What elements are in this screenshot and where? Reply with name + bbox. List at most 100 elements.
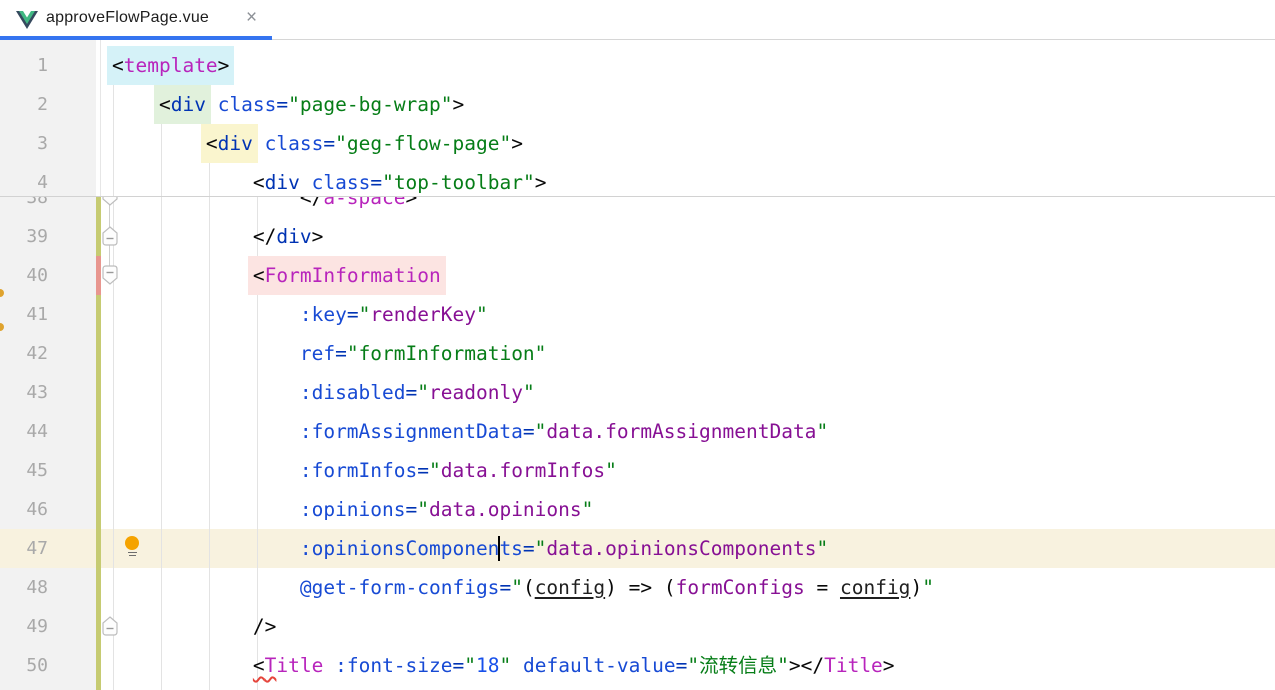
line-number[interactable]: 45 — [0, 451, 48, 490]
code-text: @get-form-configs="(config) => (formConf… — [112, 568, 934, 607]
code-line-39[interactable]: 39 </div> — [0, 217, 1275, 256]
token — [511, 654, 523, 677]
token: = — [347, 303, 359, 326]
token: = — [323, 132, 335, 155]
token: = — [523, 537, 535, 560]
token — [112, 225, 253, 248]
line-number[interactable]: 44 — [0, 412, 48, 451]
token: > — [218, 54, 230, 77]
token: < — [253, 171, 265, 194]
line-number[interactable]: 49 — [0, 607, 48, 646]
token: </ — [253, 225, 276, 248]
token: " — [582, 498, 594, 521]
token: > — [535, 171, 547, 194]
code-text: <Title :font-size="18" default-value="流转… — [112, 646, 895, 685]
token: " — [476, 303, 488, 326]
code-line-48[interactable]: 48 @get-form-configs="(config) => (formC… — [0, 568, 1275, 607]
token: :disabled — [300, 381, 406, 404]
line-number[interactable]: 50 — [0, 646, 48, 685]
token — [300, 171, 312, 194]
vcs-modified-stripe — [96, 295, 101, 690]
code-line-43[interactable]: 43 :disabled="readonly" — [0, 373, 1275, 412]
code-line-49[interactable]: 49 /> — [0, 607, 1275, 646]
fold-end-marker-icon[interactable] — [102, 616, 118, 636]
line-number[interactable]: 41 — [0, 295, 48, 334]
code-text: :formInfos="data.formInfos" — [112, 451, 617, 490]
code-text: :disabled="readonly" — [112, 373, 535, 412]
line-number[interactable]: 3 — [0, 124, 48, 163]
line-number[interactable]: 42 — [0, 334, 48, 373]
code-line-42[interactable]: 42 ref="formInformation" — [0, 334, 1275, 373]
token: = — [417, 459, 429, 482]
token: "流转信息" — [687, 654, 788, 677]
code-line-45[interactable]: 45 :formInfos="data.formInfos" — [0, 451, 1275, 490]
token: = — [676, 654, 688, 677]
fold-end-marker-icon[interactable] — [102, 226, 118, 246]
code-line-44[interactable]: 44 :formAssignmentData="data.formAssignm… — [0, 412, 1275, 451]
token: = — [499, 576, 511, 599]
token: ( — [523, 576, 535, 599]
token: = — [406, 381, 418, 404]
token: ( — [664, 576, 676, 599]
token: = — [370, 171, 382, 194]
close-icon[interactable]: × — [246, 7, 257, 29]
token: > — [511, 132, 523, 155]
line-number[interactable]: 2 — [0, 85, 48, 124]
token — [112, 537, 300, 560]
token: readonly — [429, 381, 523, 404]
line-number[interactable]: 40 — [0, 256, 48, 295]
code-line-41[interactable]: 41 :key="renderKey" — [0, 295, 1275, 334]
line-number[interactable]: 47 — [0, 529, 48, 568]
token: = — [335, 342, 347, 365]
token: "geg-flow-page" — [335, 132, 511, 155]
code-editor[interactable]: 38 </a-space>39 </div>40 <FormInformatio… — [0, 40, 1275, 690]
token: = — [276, 93, 288, 116]
intention-bulb-icon[interactable] — [124, 536, 140, 558]
token: ref — [300, 342, 335, 365]
line-number[interactable]: 46 — [0, 490, 48, 529]
token: = — [406, 498, 418, 521]
line-number[interactable]: 48 — [0, 568, 48, 607]
line-number[interactable]: 39 — [0, 217, 48, 256]
line-number[interactable]: 1 — [0, 46, 48, 85]
tab-approveflowpage[interactable]: approveFlowPage.vue × — [0, 0, 272, 40]
line-number[interactable]: 43 — [0, 373, 48, 412]
token: = — [523, 420, 535, 443]
code-line-50[interactable]: 50 <Title :font-size="18" default-value=… — [0, 646, 1275, 685]
token: div — [265, 171, 300, 194]
token: " — [535, 420, 547, 443]
token — [112, 654, 253, 677]
code-line-2[interactable]: 2 <div class="page-bg-wrap"> — [0, 85, 1275, 124]
token: " — [511, 576, 523, 599]
code-line-4[interactable]: 4 <div class="top-toolbar"> — [0, 163, 1275, 197]
token: template — [124, 54, 218, 77]
token: config — [535, 576, 605, 599]
code-line-3[interactable]: 3 <div class="geg-flow-page"> — [0, 124, 1275, 163]
token: ts — [499, 537, 522, 560]
token: = — [453, 654, 465, 677]
token: " — [417, 498, 429, 521]
token: " — [417, 381, 429, 404]
vcs-deleted-stripe — [96, 256, 101, 295]
fold-start-marker-icon[interactable] — [102, 265, 118, 285]
token: " — [535, 537, 547, 560]
code-line-47[interactable]: 47 :opinionsComponents="data.opinionsCom… — [0, 529, 1275, 568]
token — [112, 498, 300, 521]
token — [112, 303, 300, 326]
token: div — [276, 225, 311, 248]
token: @get-form-configs — [300, 576, 500, 599]
token: data.formInfos — [441, 459, 605, 482]
code-line-40[interactable]: 40 <FormInformation — [0, 256, 1275, 295]
token: class — [265, 132, 324, 155]
code-line-46[interactable]: 46 :opinions="data.opinions" — [0, 490, 1275, 529]
token: " — [500, 654, 512, 677]
token: < — [112, 54, 124, 77]
code-text: :opinionsComponents="data.opinionsCompon… — [112, 529, 828, 568]
token — [206, 93, 218, 116]
code-line-1[interactable]: 1 <template> — [0, 46, 1275, 85]
line-number[interactable]: 4 — [0, 163, 48, 197]
token: > — [789, 654, 801, 677]
token — [112, 264, 253, 287]
token: data.opinions — [429, 498, 582, 521]
token: :key — [300, 303, 347, 326]
